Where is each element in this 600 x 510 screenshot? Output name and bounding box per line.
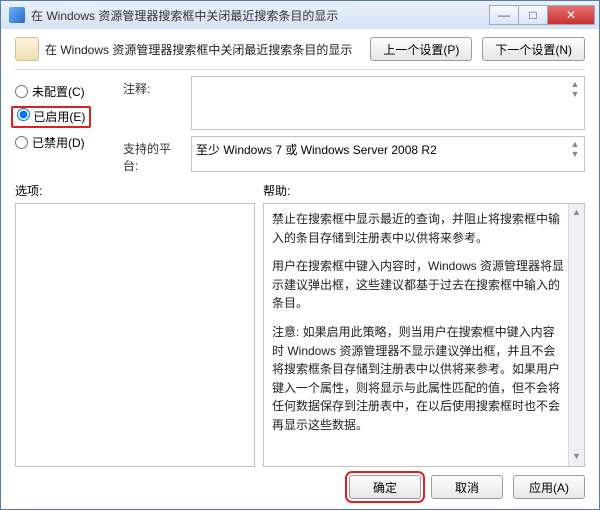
fields-column: 注释: 支持的平台: 至少 Windows 7 或 Windows Server… — [123, 76, 585, 174]
options-panel[interactable] — [15, 203, 255, 467]
help-panel: 禁止在搜索框中显示最近的查询，并阻止将搜索框中输入的条目存储到注册表中以供将来参… — [263, 203, 585, 467]
help-paragraph: 注意: 如果启用此策略，则当用户在搜索框中键入内容时 Windows 资源管理器… — [272, 323, 580, 435]
next-setting-button[interactable]: 下一个设置(N) — [482, 37, 585, 61]
radio-disabled-label: 已禁用(D) — [32, 134, 85, 151]
footer-buttons: 确定 取消 应用(A) — [15, 467, 585, 501]
help-paragraph: 用户在搜索框中键入内容时，Windows 资源管理器将显示建议弹出框，这些建议都… — [272, 257, 580, 313]
radio-column: 未配置(C) 已启用(E) 已禁用(D) — [15, 76, 115, 174]
scrollbar[interactable] — [568, 204, 584, 466]
supported-platform-box: 至少 Windows 7 或 Windows Server 2008 R2 — [191, 136, 585, 172]
supported-row: 支持的平台: 至少 Windows 7 或 Windows Server 200… — [123, 136, 585, 174]
radio-disabled[interactable]: 已禁用(D) — [15, 131, 115, 154]
radio-enabled-input[interactable] — [17, 108, 30, 121]
highlight-box: 已启用(E) — [11, 106, 91, 128]
previous-setting-button[interactable]: 上一个设置(P) — [370, 37, 472, 61]
window-controls: — □ ✕ — [490, 5, 595, 25]
options-label: 选项: — [15, 182, 263, 199]
comment-row: 注释: — [123, 76, 585, 130]
radio-not-configured-label: 未配置(C) — [32, 83, 85, 100]
close-button[interactable]: ✕ — [547, 5, 595, 25]
config-grid: 未配置(C) 已启用(E) 已禁用(D) 注释: — [15, 76, 585, 174]
cancel-button[interactable]: 取消 — [431, 475, 503, 499]
ok-button[interactable]: 确定 — [349, 475, 421, 499]
radio-enabled-label: 已启用(E) — [33, 110, 85, 124]
radio-not-configured[interactable]: 未配置(C) — [15, 80, 115, 103]
app-icon — [9, 7, 25, 23]
window-title: 在 Windows 资源管理器搜索框中关闭最近搜索条目的显示 — [31, 7, 490, 24]
help-paragraph: 禁止在搜索框中显示最近的查询，并阻止将搜索框中输入的条目存储到注册表中以供将来参… — [272, 210, 580, 247]
content-area: 在 Windows 资源管理器搜索框中关闭最近搜索条目的显示 上一个设置(P) … — [1, 29, 599, 509]
header-row: 在 Windows 资源管理器搜索框中关闭最近搜索条目的显示 上一个设置(P) … — [15, 33, 585, 69]
titlebar: 在 Windows 资源管理器搜索框中关闭最近搜索条目的显示 — □ ✕ — [1, 1, 599, 29]
apply-button[interactable]: 应用(A) — [513, 475, 585, 499]
supported-label: 支持的平台: — [123, 136, 185, 174]
panels-row: 禁止在搜索框中显示最近的查询，并阻止将搜索框中输入的条目存储到注册表中以供将来参… — [15, 203, 585, 467]
radio-enabled[interactable]: 已启用(E) — [15, 103, 115, 131]
policy-editor-window: 在 Windows 资源管理器搜索框中关闭最近搜索条目的显示 — □ ✕ 在 W… — [0, 0, 600, 510]
policy-icon — [15, 37, 39, 61]
divider — [15, 69, 585, 70]
maximize-button[interactable]: □ — [518, 5, 548, 25]
minimize-button[interactable]: — — [489, 5, 519, 25]
comment-label: 注释: — [123, 76, 185, 97]
help-label: 帮助: — [263, 182, 585, 199]
policy-title: 在 Windows 资源管理器搜索框中关闭最近搜索条目的显示 — [45, 41, 360, 58]
radio-disabled-input[interactable] — [15, 136, 28, 149]
comment-textarea[interactable] — [191, 76, 585, 130]
radio-not-configured-input[interactable] — [15, 85, 28, 98]
supported-platform-text: 至少 Windows 7 或 Windows Server 2008 R2 — [196, 143, 437, 157]
section-labels: 选项: 帮助: — [15, 182, 585, 199]
